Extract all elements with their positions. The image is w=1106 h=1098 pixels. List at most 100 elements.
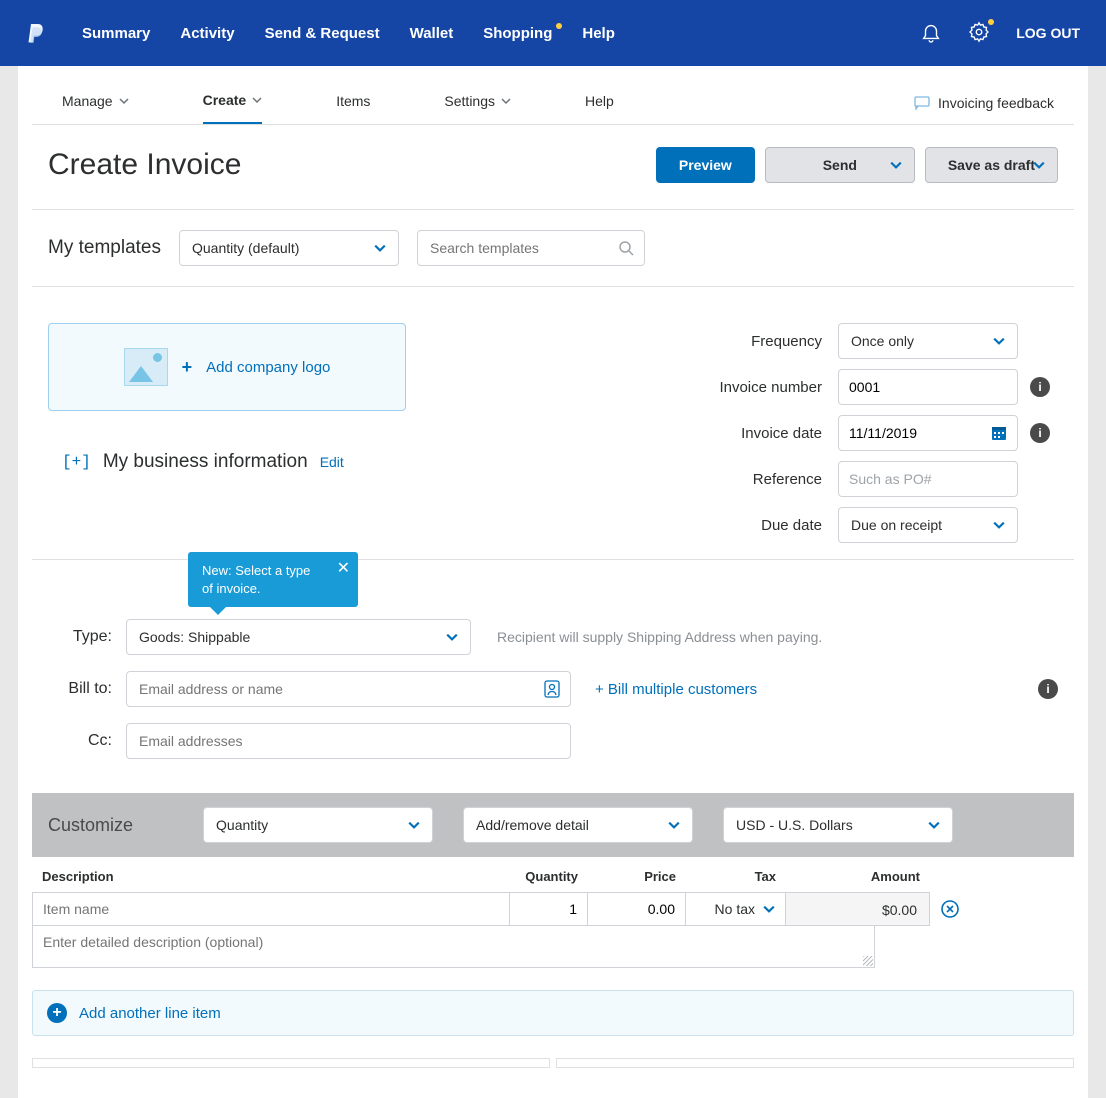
bill-multiple-link[interactable]: + Bill multiple customers xyxy=(595,681,757,698)
th-price: Price xyxy=(588,869,686,884)
billto-input[interactable] xyxy=(126,671,571,707)
sub-tabs: Manage Create Items Settings Help Invoic… xyxy=(32,66,1074,125)
item-price-input[interactable] xyxy=(588,893,685,925)
template-select[interactable]: Quantity (default) xyxy=(179,230,399,266)
contact-icon[interactable] xyxy=(543,679,561,699)
add-logo-label: Add company logo xyxy=(206,359,330,376)
reference-label: Reference xyxy=(719,471,826,488)
invoice-number-label: Invoice number xyxy=(719,379,826,396)
chat-icon xyxy=(914,96,930,110)
preview-button[interactable]: Preview xyxy=(656,147,755,183)
send-label: Send xyxy=(823,157,857,173)
chevron-down-icon xyxy=(1033,159,1045,171)
chevron-down-icon xyxy=(119,96,129,106)
invoice-date-label: Invoice date xyxy=(719,425,826,442)
type-tooltip: New: Select a type of invoice. ✕ xyxy=(188,552,358,607)
item-amount: $0.00 xyxy=(786,892,930,926)
type-label: Type: xyxy=(48,628,112,646)
quantity-mode-value: Quantity xyxy=(216,817,268,833)
nav-activity[interactable]: Activity xyxy=(180,25,234,42)
info-icon[interactable]: i xyxy=(1030,423,1050,443)
tab-settings[interactable]: Settings xyxy=(444,83,511,123)
customize-bar: Customize Quantity Add/remove detail USD… xyxy=(32,793,1074,857)
edit-business-link[interactable]: Edit xyxy=(320,454,344,470)
item-name-input[interactable] xyxy=(33,893,509,925)
chevron-down-icon xyxy=(408,819,420,831)
template-search[interactable] xyxy=(417,230,645,266)
customize-label: Customize xyxy=(48,815,133,836)
line-item-row: No tax $0.00 xyxy=(32,892,1074,926)
chevron-down-icon xyxy=(890,159,902,171)
due-date-value: Due on receipt xyxy=(851,517,942,533)
business-info-label: My business information xyxy=(103,451,308,473)
chevron-down-icon xyxy=(763,903,775,915)
nav-wallet[interactable]: Wallet xyxy=(410,25,454,42)
nav-send-request[interactable]: Send & Request xyxy=(265,25,380,42)
top-nav: Summary Activity Send & Request Wallet S… xyxy=(0,0,1106,66)
tab-manage[interactable]: Manage xyxy=(62,83,129,123)
template-search-input[interactable] xyxy=(428,239,634,257)
cc-label: Cc: xyxy=(48,732,112,750)
invoicing-feedback-link[interactable]: Invoicing feedback xyxy=(914,95,1054,111)
frequency-select[interactable]: Once only xyxy=(838,323,1018,359)
paypal-logo-icon xyxy=(26,21,46,45)
close-icon[interactable]: ✕ xyxy=(337,558,350,580)
cc-input[interactable] xyxy=(126,723,571,759)
th-tax: Tax xyxy=(686,869,786,884)
nav-shopping[interactable]: Shopping xyxy=(483,25,552,42)
footer-box xyxy=(32,1058,550,1068)
info-icon[interactable]: i xyxy=(1030,377,1050,397)
items-header: Description Quantity Price Tax Amount xyxy=(32,857,1074,892)
nav-summary[interactable]: Summary xyxy=(82,25,150,42)
tab-create[interactable]: Create xyxy=(203,82,263,124)
currency-select[interactable]: USD - U.S. Dollars xyxy=(723,807,953,843)
due-date-select[interactable]: Due on receipt xyxy=(838,507,1018,543)
add-line-item-button[interactable]: + Add another line item xyxy=(32,990,1074,1036)
gear-icon[interactable] xyxy=(968,21,990,46)
feedback-label: Invoicing feedback xyxy=(938,95,1054,111)
add-logo-button[interactable]: + Add company logo xyxy=(48,323,406,411)
tab-help[interactable]: Help xyxy=(585,83,614,123)
reference-input[interactable] xyxy=(838,461,1018,497)
tooltip-text: New: Select a type of invoice. xyxy=(202,563,310,596)
calendar-icon[interactable] xyxy=(990,424,1008,442)
plus-circle-icon: + xyxy=(47,1003,67,1023)
item-tax-select[interactable]: No tax xyxy=(686,892,786,926)
chevron-down-icon xyxy=(928,819,940,831)
send-button[interactable]: Send xyxy=(765,147,915,183)
detail-select[interactable]: Add/remove detail xyxy=(463,807,693,843)
nav-help[interactable]: Help xyxy=(582,25,615,42)
chevron-down-icon xyxy=(668,819,680,831)
chevron-down-icon xyxy=(993,519,1005,531)
type-select[interactable]: Goods: Shippable xyxy=(126,619,471,655)
footer-box xyxy=(556,1058,1074,1068)
expand-icon[interactable]: [+] xyxy=(62,453,91,471)
save-draft-button[interactable]: Save as draft xyxy=(925,147,1058,183)
item-qty-input[interactable] xyxy=(510,893,587,925)
th-quantity: Quantity xyxy=(510,869,588,884)
plus-icon: + xyxy=(182,357,193,378)
due-date-label: Due date xyxy=(719,517,826,534)
chevron-down-icon xyxy=(252,95,262,105)
quantity-mode-select[interactable]: Quantity xyxy=(203,807,433,843)
draft-label: Save as draft xyxy=(948,157,1035,173)
tab-manage-label: Manage xyxy=(62,93,113,109)
resize-handle-icon[interactable] xyxy=(863,956,873,966)
invoice-number-input[interactable] xyxy=(838,369,1018,405)
frequency-label: Frequency xyxy=(719,333,826,350)
info-icon[interactable]: i xyxy=(1038,679,1058,699)
bell-icon[interactable] xyxy=(920,21,942,46)
th-amount: Amount xyxy=(786,869,930,884)
detail-value: Add/remove detail xyxy=(476,817,589,833)
logout-link[interactable]: LOG OUT xyxy=(1016,25,1080,41)
currency-value: USD - U.S. Dollars xyxy=(736,817,853,833)
billto-label: Bill to: xyxy=(48,680,112,698)
chevron-down-icon xyxy=(501,96,511,106)
page-container: Manage Create Items Settings Help Invoic… xyxy=(18,66,1088,1098)
add-line-label: Add another line item xyxy=(79,1005,221,1022)
frequency-value: Once only xyxy=(851,333,914,349)
tab-items[interactable]: Items xyxy=(336,83,370,123)
item-description-input[interactable] xyxy=(33,926,874,964)
remove-line-button[interactable] xyxy=(930,892,970,926)
templates-label: My templates xyxy=(48,237,161,259)
